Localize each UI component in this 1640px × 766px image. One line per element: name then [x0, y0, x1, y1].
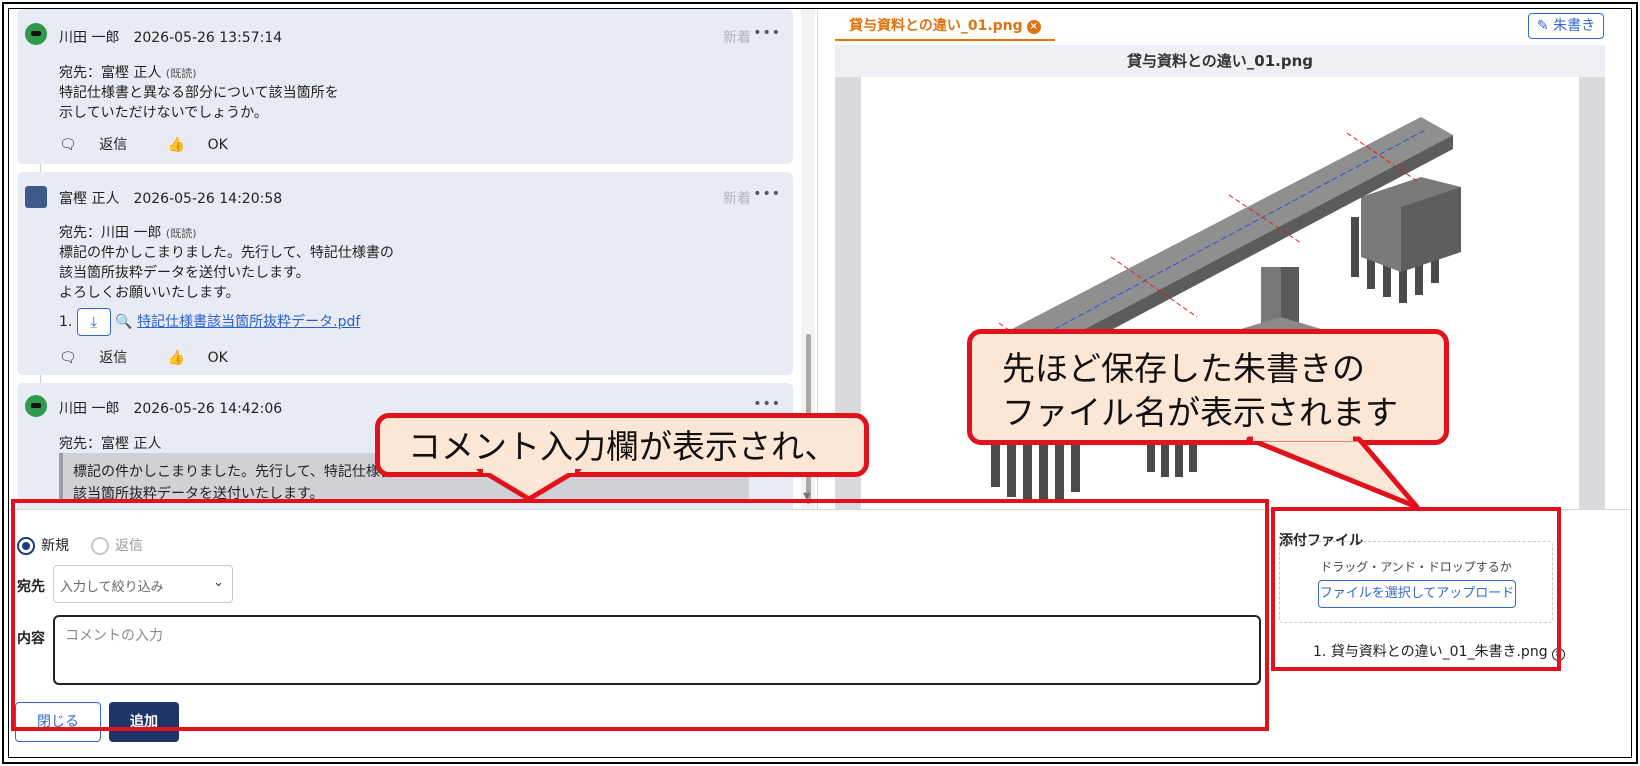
comment-body-line: 示していただけないでしょうか。 — [59, 105, 268, 121]
comment-meta: 富樫 正人 2026-05-26 14:20:58 — [59, 188, 282, 208]
ok-button[interactable]: 👍 OK — [168, 137, 246, 153]
tab-label: 貸与資料との違い_01.png — [849, 18, 1023, 34]
callout-right: 先ほど保存した朱書きの ファイル名が表示されます — [967, 329, 1449, 445]
sender-name: 富樫 正人 — [59, 191, 120, 207]
comment-meta: 川田 一郎 2026-05-26 14:42:06 — [59, 398, 282, 418]
comment-actions: 🗨 返信 👍 OK — [59, 134, 264, 154]
annotation-highlight-attachments — [1271, 507, 1561, 671]
comment-body-line: よろしくお願いいたします。 — [59, 285, 240, 301]
viewer-title: 貸与資料との違い_01.png — [835, 45, 1605, 77]
comment-body-line: 該当箇所抜粋データを送付いたします。 — [59, 265, 310, 281]
comment-meta: 川田 一郎 2026-05-26 13:57:14 — [59, 27, 282, 47]
close-icon[interactable]: × — [1026, 20, 1041, 34]
comment-recipient: 宛先：富樫 正人 (既読) — [59, 62, 197, 82]
annotation-highlight-form — [11, 499, 1269, 731]
thumbs-up-icon: 👍 — [167, 350, 186, 366]
thumbs-up-icon: 👍 — [167, 137, 186, 153]
recipient-label: 宛先：富樫 正人 — [59, 65, 162, 81]
attachment-link[interactable]: 特記仕様書該当箇所抜粋データ.pdf — [137, 314, 360, 330]
zoom-in-icon[interactable]: 🔍 — [115, 314, 132, 330]
reply-label: 返信 — [99, 137, 128, 153]
pencil-icon: ✎ — [1536, 18, 1549, 34]
avatar — [25, 395, 47, 417]
read-status: (既読) — [165, 67, 197, 80]
redline-label: 朱書き — [1553, 18, 1596, 34]
comment-recipient: 宛先：川田 一郎 (既読) — [59, 222, 197, 242]
callout-left-pointer — [476, 469, 582, 502]
avatar — [25, 186, 47, 208]
attachment-index: 1. — [59, 314, 73, 330]
comment-recipient: 宛先：富樫 正人 — [59, 436, 162, 452]
callout-right-pointer — [1246, 435, 1420, 510]
sender-name: 川田 一郎 — [59, 30, 120, 46]
callout-right-line1: 先ほど保存した朱書きの — [1002, 349, 1365, 388]
comment-timestamp: 2026-05-26 14:20:58 — [133, 191, 283, 207]
avatar — [25, 23, 47, 45]
ok-label: OK — [207, 350, 228, 366]
comment-actions: 🗨 返信 👍 OK — [59, 347, 264, 367]
sender-name: 川田 一郎 — [59, 401, 120, 417]
comment-card: 川田 一郎 2026-05-26 13:57:14 新着 ••• 宛先：富樫 正人… — [17, 9, 793, 164]
preview-file-tab[interactable]: 貸与資料との違い_01.png × — [835, 15, 1055, 41]
callout-left: コメント入力欄が表示され、 — [375, 413, 869, 477]
recipient-label: 宛先：川田 一郎 — [59, 225, 162, 241]
speech-bubble-icon: 🗨 — [59, 137, 77, 153]
comment-timestamp: 2026-05-26 14:42:06 — [133, 401, 283, 417]
reply-button[interactable]: 🗨 返信 — [59, 137, 145, 153]
comment-body-line: 標記の件かしこまりました。先行して、特記仕様書の — [59, 245, 394, 261]
ok-label: OK — [207, 137, 228, 153]
reply-label: 返信 — [99, 350, 128, 366]
comment-body-line: 特記仕様書と異なる部分について該当箇所を — [59, 85, 339, 101]
ok-button[interactable]: 👍 OK — [168, 350, 246, 366]
reply-button[interactable]: 🗨 返信 — [59, 350, 145, 366]
app-window: 川田 一郎 2026-05-26 13:57:14 新着 ••• 宛先：富樫 正人… — [8, 8, 1632, 758]
read-status: (既読) — [165, 227, 197, 240]
more-horizontal-icon[interactable]: ••• — [753, 25, 781, 41]
comment-card: 富樫 正人 2026-05-26 14:20:58 新着 ••• 宛先：川田 一郎… — [17, 172, 793, 375]
speech-bubble-icon: 🗨 — [59, 350, 77, 366]
redline-button[interactable]: ✎ 朱書き — [1528, 13, 1604, 39]
new-badge: 新着 — [723, 30, 751, 46]
download-icon: ⤓ — [90, 313, 98, 331]
new-badge: 新着 — [723, 191, 751, 207]
screenshot-frame: 川田 一郎 2026-05-26 13:57:14 新着 ••• 宛先：富樫 正人… — [2, 2, 1638, 764]
more-horizontal-icon[interactable]: ••• — [753, 396, 781, 412]
download-button[interactable]: ⤓ — [76, 308, 111, 336]
attachment-row: 1. ⤓ 🔍 特記仕様書該当箇所抜粋データ.pdf — [59, 308, 360, 336]
more-horizontal-icon[interactable]: ••• — [753, 186, 781, 202]
comment-timestamp: 2026-05-26 13:57:14 — [133, 30, 283, 46]
callout-right-line2: ファイル名が表示されます — [1002, 393, 1398, 432]
callout-left-text: コメント入力欄が表示され、 — [408, 427, 838, 466]
